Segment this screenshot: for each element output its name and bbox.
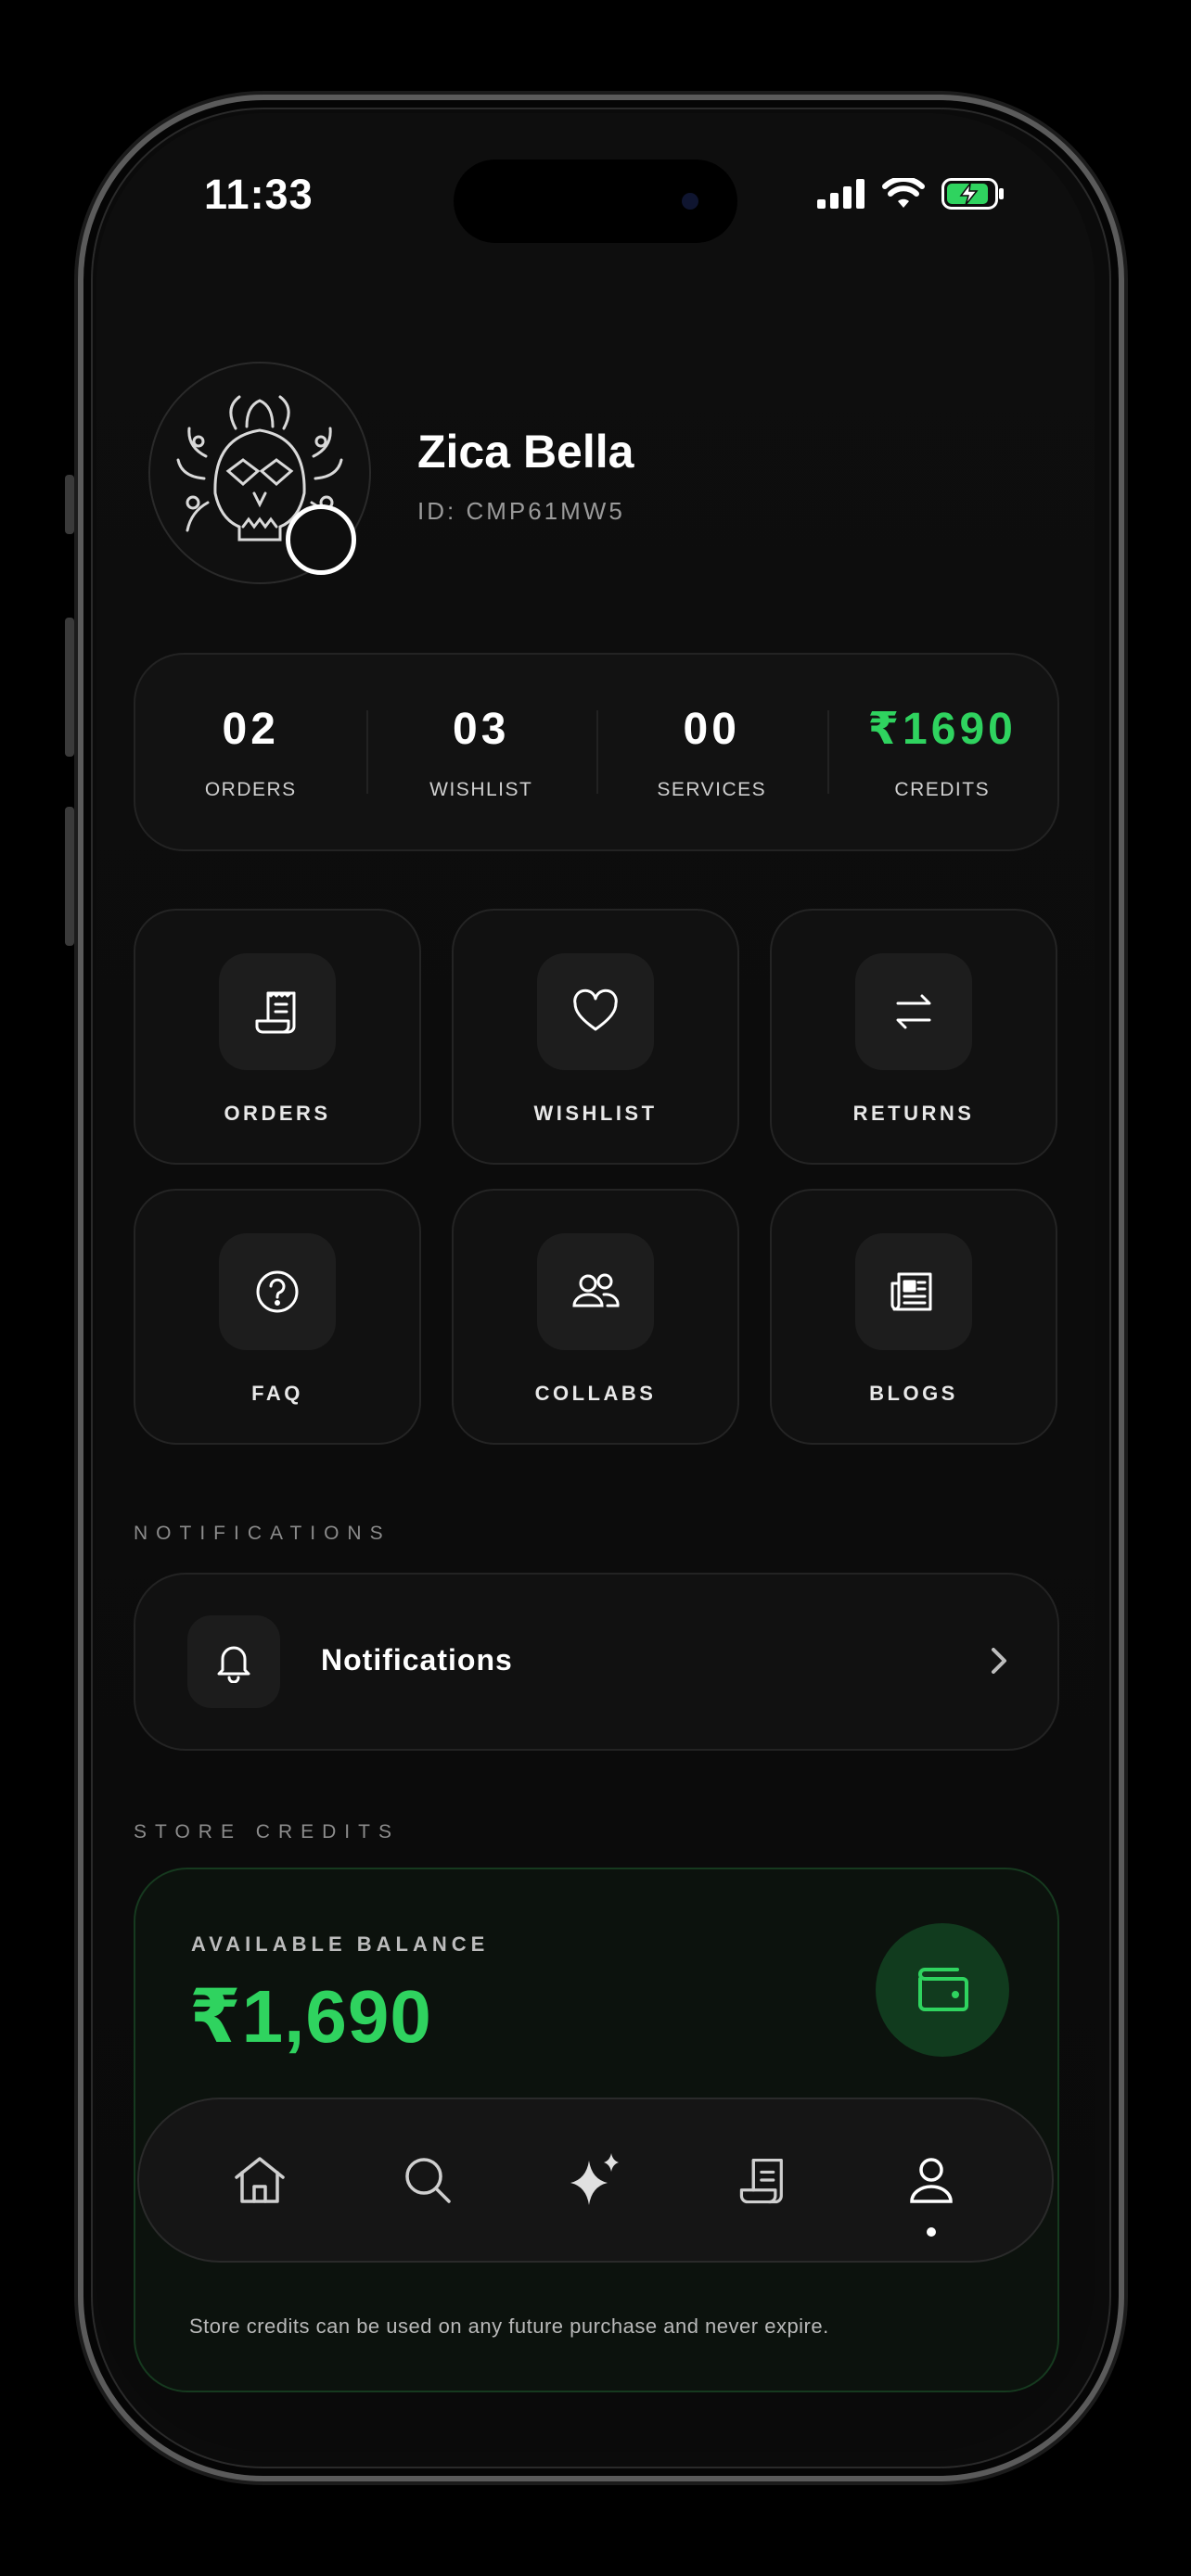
available-balance-label: AVAILABLE BALANCE: [191, 1932, 490, 1956]
home-icon: [235, 2157, 286, 2203]
question-circle-icon: [219, 1233, 336, 1350]
profile-icon: [909, 2158, 953, 2203]
stat-label: CREDITS: [894, 779, 991, 800]
sparkles-icon: [570, 2153, 619, 2205]
stat-label: WISHLIST: [429, 778, 533, 800]
stat-label: ORDERS: [204, 778, 297, 800]
volume-down-button: [65, 807, 74, 946]
tile-collabs[interactable]: COLLABS: [452, 1189, 739, 1445]
credits-note: Store credits can be used on any future …: [189, 2315, 829, 2338]
stat-value: 03: [453, 704, 510, 754]
stat-value: ₹1690: [867, 705, 1017, 754]
section-title-store-credits: STORE CREDITS: [134, 1821, 400, 1843]
tile-label: COLLABS: [534, 1382, 657, 1405]
newspaper-icon: [855, 1233, 972, 1350]
balance-amount: ₹1,690: [189, 1975, 432, 2058]
receipt-icon: [219, 953, 336, 1070]
notifications-label: Notifications: [321, 1643, 513, 1677]
tile-returns[interactable]: RETURNS: [770, 909, 1057, 1165]
tile-label: RETURNS: [852, 1102, 975, 1125]
section-title-notifications: NOTIFICATIONS: [134, 1523, 391, 1544]
search-icon: [405, 2158, 451, 2203]
screen: 11:33 Zica Bella ID: CMP61MW5 02 ORDERS …: [96, 113, 1095, 2452]
profile-id: ID: CMP61MW5: [417, 497, 625, 525]
stat-credits[interactable]: ₹1690 CREDITS: [826, 655, 1058, 849]
volume-up-button: [65, 618, 74, 757]
stat-services[interactable]: 00 SERVICES: [596, 655, 827, 849]
users-icon: [537, 1233, 654, 1350]
tab-ai[interactable]: [544, 2129, 647, 2231]
stat-label: SERVICES: [657, 778, 767, 800]
tile-label: FAQ: [251, 1382, 303, 1405]
tile-label: BLOGS: [869, 1382, 958, 1405]
tab-search[interactable]: [377, 2129, 479, 2231]
dynamic-island: [454, 159, 737, 243]
swap-arrows-icon: [855, 953, 972, 1070]
stats-card: 02 ORDERS 03 WISHLIST 00 SERVICES ₹1690 …: [134, 653, 1059, 851]
notifications-row[interactable]: Notifications: [134, 1573, 1059, 1751]
tab-home[interactable]: [209, 2129, 311, 2231]
status-icons: [817, 178, 1006, 210]
tile-wishlist[interactable]: WISHLIST: [452, 909, 739, 1165]
wallet-icon[interactable]: [876, 1923, 1009, 2057]
avatar-status-ring: [286, 504, 356, 575]
tile-blogs[interactable]: BLOGS: [770, 1189, 1057, 1445]
tab-orders[interactable]: [712, 2129, 814, 2231]
tile-label: ORDERS: [224, 1102, 331, 1125]
status-time: 11:33: [204, 171, 314, 218]
tile-label: WISHLIST: [533, 1102, 658, 1125]
chevron-right-icon: [992, 1648, 1006, 1674]
action-button: [65, 475, 74, 534]
tile-orders[interactable]: ORDERS: [134, 909, 421, 1165]
stat-value: 00: [683, 704, 740, 754]
wifi-icon: [882, 178, 925, 208]
battery-charging-icon: [941, 178, 1004, 210]
tab-profile[interactable]: [880, 2129, 982, 2237]
receipt-icon: [739, 2158, 783, 2204]
stat-wishlist[interactable]: 03 WISHLIST: [365, 655, 597, 849]
profile-name: Zica Bella: [417, 426, 634, 478]
stat-orders[interactable]: 02 ORDERS: [135, 655, 366, 849]
quick-actions-grid: ORDERS WISHLIST RETURNS FAQ COLLABS BLOG…: [134, 909, 1057, 1445]
heart-icon: [537, 953, 654, 1070]
bell-icon: [187, 1615, 280, 1708]
tile-faq[interactable]: FAQ: [134, 1189, 421, 1445]
signal-icon: [817, 179, 864, 209]
tab-bar: [137, 2098, 1054, 2263]
stat-value: 02: [222, 704, 279, 754]
